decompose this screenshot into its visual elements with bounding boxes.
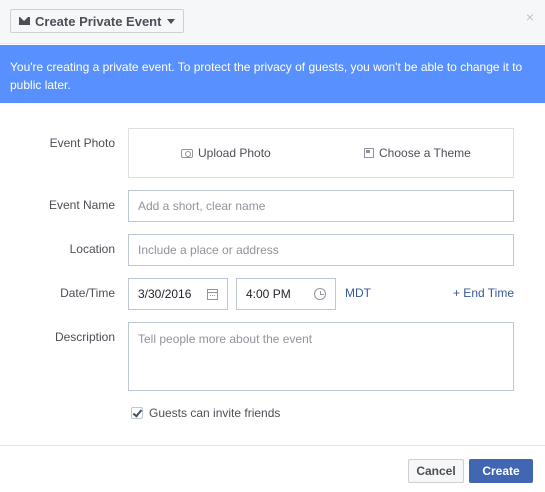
date-value: 3/30/2016: [138, 287, 192, 301]
event-photo-box: Upload Photo Choose a Theme: [128, 128, 514, 178]
description-field-wrap: [128, 322, 514, 391]
end-time-link[interactable]: + End Time: [453, 286, 514, 300]
timezone-link[interactable]: MDT: [345, 286, 371, 300]
dialog-footer: Cancel Create: [0, 445, 545, 492]
dialog-header: Create Private Event ×: [0, 0, 545, 44]
choose-theme-label: Choose a Theme: [379, 146, 471, 160]
checkmark-icon[interactable]: [131, 407, 143, 419]
upload-photo-button[interactable]: Upload Photo: [181, 146, 271, 160]
time-picker[interactable]: 4:00 PM: [236, 278, 336, 310]
event-name-label: Event Name: [48, 198, 115, 212]
envelope-icon: [19, 17, 30, 25]
datetime-label: Date/Time: [60, 286, 115, 300]
create-button[interactable]: Create: [469, 459, 533, 483]
theme-icon: [364, 148, 374, 158]
upload-photo-label: Upload Photo: [198, 146, 271, 160]
event-type-label: Create Private Event: [35, 13, 162, 29]
cancel-button[interactable]: Cancel: [408, 459, 464, 483]
description-input[interactable]: [129, 323, 513, 390]
description-label: Description: [54, 330, 115, 344]
event-name-input[interactable]: [129, 191, 513, 221]
time-value: 4:00 PM: [246, 287, 291, 301]
location-field-wrap: [128, 234, 514, 266]
date-picker[interactable]: 3/30/2016: [128, 278, 228, 310]
event-photo-label: Event Photo: [49, 136, 115, 150]
location-label: Location: [69, 242, 115, 256]
close-icon[interactable]: ×: [526, 10, 534, 24]
guests-invite-label: Guests can invite friends: [149, 406, 281, 420]
privacy-banner: You're creating a private event. To prot…: [0, 45, 545, 103]
clock-icon: [314, 288, 326, 300]
camera-icon: [181, 148, 193, 158]
location-input[interactable]: [129, 235, 513, 265]
calendar-icon: [207, 288, 218, 300]
event-type-dropdown[interactable]: Create Private Event: [10, 9, 185, 33]
guests-invite-toggle[interactable]: Guests can invite friends: [131, 406, 280, 420]
event-name-field-wrap: [128, 190, 514, 222]
caret-down-icon: [167, 18, 176, 24]
choose-theme-button[interactable]: Choose a Theme: [364, 146, 471, 160]
